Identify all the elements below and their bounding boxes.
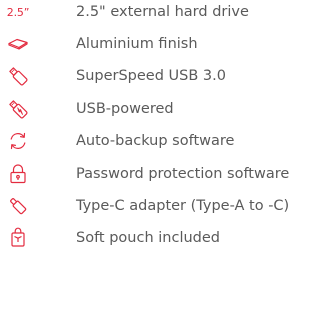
feature-label: Aluminium finish (76, 35, 198, 52)
feature-label: Auto-backup software (76, 132, 235, 149)
feature-item-type-c-adapter: Type-C adapter (Type-A to -C) (0, 191, 328, 221)
feature-list: 2.5” 2.5" external hard drive Aluminium … (0, 0, 328, 323)
feature-label: USB-powered (76, 100, 174, 117)
usb-power-icon (0, 94, 36, 124)
feature-label: SuperSpeed USB 3.0 (76, 67, 226, 84)
feature-label: Password protection software (76, 165, 290, 182)
feature-label: 2.5" external hard drive (76, 3, 249, 20)
feature-item-superspeed-usb: SuperSpeed USB 3.0 (0, 61, 328, 91)
adapter-icon (0, 191, 36, 221)
sync-arrows-icon (0, 126, 36, 156)
usb-stick-icon (0, 61, 36, 91)
size-2-5-inch-icon: 2.5” (0, 0, 36, 27)
feature-item-usb-powered: USB-powered (0, 94, 328, 124)
drive-shape-icon (0, 29, 36, 59)
feature-label: Soft pouch included (76, 229, 220, 246)
pouch-icon (0, 223, 36, 253)
feature-item-auto-backup: Auto-backup software (0, 126, 328, 156)
feature-item-soft-pouch: Soft pouch included (0, 223, 328, 253)
padlock-icon (0, 159, 36, 189)
size-icon-text: 2.5” (6, 5, 30, 19)
feature-item-aluminium-finish: Aluminium finish (0, 29, 328, 59)
feature-item-password-protection: Password protection software (0, 159, 328, 189)
feature-label: Type-C adapter (Type-A to -C) (76, 197, 290, 214)
feature-item-external-drive: 2.5” 2.5" external hard drive (0, 0, 328, 27)
